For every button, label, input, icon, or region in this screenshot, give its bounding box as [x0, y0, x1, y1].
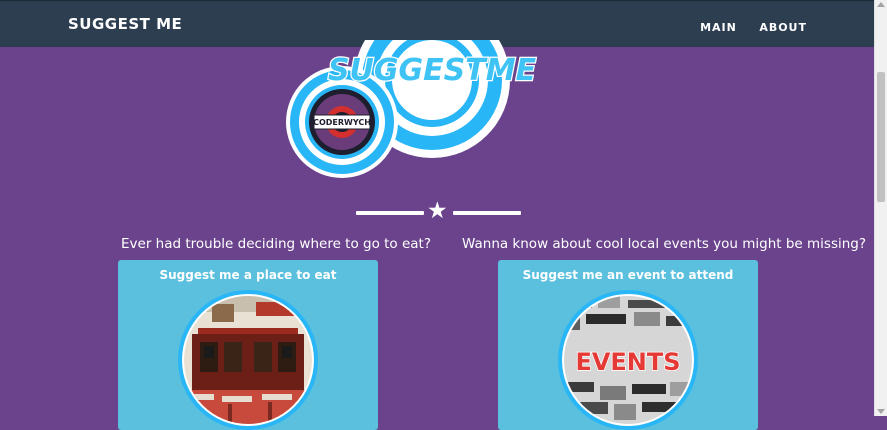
nav-link-about[interactable]: ABOUT [759, 21, 807, 34]
events-image: EVENTS [558, 290, 698, 430]
star-divider: ★ [356, 198, 521, 224]
star-icon: ★ [427, 198, 448, 224]
events-image-text: EVENTS [575, 348, 680, 376]
scroll-thumb[interactable] [877, 72, 885, 202]
scroll-down-arrow[interactable] [877, 409, 885, 414]
divider-line-right [453, 211, 521, 215]
scroll-up-arrow[interactable] [877, 2, 885, 7]
card-place-to-eat[interactable]: Suggest me a place to eat [118, 260, 378, 430]
nav-link-main[interactable]: MAIN [700, 21, 737, 34]
logo-title: SUGGESTME [328, 53, 537, 88]
card-title-event: Suggest me an event to attend [522, 268, 734, 282]
logo: CODERWYCH SUGGESTME [286, 40, 538, 178]
scrollbar[interactable] [874, 0, 887, 416]
logo-badge: CODERWYCH [313, 118, 371, 127]
question-eat: Ever had trouble deciding where to go to… [121, 236, 432, 252]
card-title-eat: Suggest me a place to eat [159, 268, 337, 282]
nav-links: MAIN ABOUT [682, 18, 807, 36]
divider-line-left [356, 211, 424, 215]
question-events: Wanna know about cool local events you m… [462, 236, 867, 252]
brand-link[interactable]: SUGGEST ME [68, 15, 182, 33]
card-event-to-attend[interactable]: Suggest me an event to attend EVENTS [498, 260, 758, 430]
restaurant-image [178, 290, 318, 430]
